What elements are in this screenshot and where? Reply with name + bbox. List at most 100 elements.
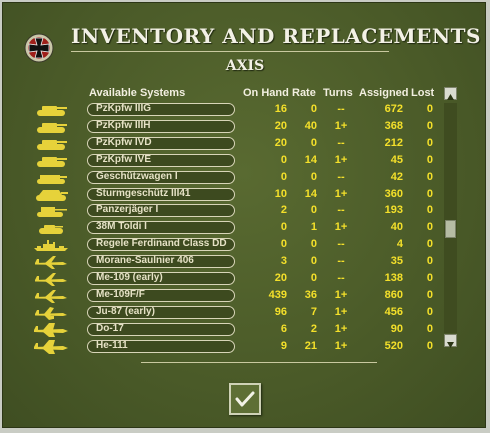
ok-button[interactable] xyxy=(229,383,261,415)
assigned-value: 90 xyxy=(390,322,403,335)
fighter-icon xyxy=(33,254,69,270)
header-lost: Lost xyxy=(411,87,435,99)
system-name-box[interactable]: PzKpfw IVE xyxy=(87,153,235,167)
rate-value: 1 xyxy=(310,221,317,234)
inventory-panel: INVENTORY AND REPLACEMENTS AXIS Availabl… xyxy=(2,2,486,428)
header-assigned: Assigned xyxy=(359,87,409,99)
assigned-value: 672 xyxy=(384,103,403,115)
table-row[interactable]: Geschützwagen I 0 0 -- 42 0 xyxy=(3,170,443,186)
header-available-systems: Available Systems xyxy=(89,87,186,99)
system-name: 38M Toldi I xyxy=(96,221,147,233)
bottom-divider xyxy=(141,362,377,363)
table-row[interactable]: Me-109F/F 439 36 1+ 860 0 xyxy=(3,288,443,304)
system-name: Morane-Saulnier 406 xyxy=(96,255,194,267)
table-row[interactable]: 38M Toldi I 0 1 1+ 40 0 xyxy=(3,220,443,236)
system-name-box[interactable]: Sturmgeschütz III41 xyxy=(87,187,235,201)
table-row[interactable]: Sturmgeschütz III41 10 14 1+ 360 0 xyxy=(3,187,443,203)
system-name-box[interactable]: Do-17 xyxy=(87,322,235,336)
fighter-icon xyxy=(33,271,69,287)
bomber-icon xyxy=(33,339,69,355)
table-row[interactable]: Me-109 (early) 20 0 -- 138 0 xyxy=(3,271,443,287)
dive-bomber-icon xyxy=(33,305,69,321)
on-hand-value: 0 xyxy=(280,170,287,183)
assigned-value: 42 xyxy=(390,170,403,183)
table-row[interactable]: He-111 9 21 1+ 520 0 xyxy=(3,339,443,355)
lost-value: 0 xyxy=(426,103,433,115)
turns-value: -- xyxy=(337,272,345,284)
lost-value: 0 xyxy=(426,153,433,166)
system-name-box[interactable]: PzKpfw IIIH xyxy=(87,119,235,133)
system-name-box[interactable]: Me-109 (early) xyxy=(87,272,235,285)
light-tank-icon xyxy=(33,220,69,236)
system-name-box[interactable]: Panzerjäger I xyxy=(87,204,235,218)
system-name: Me-109F/F xyxy=(96,288,145,300)
on-hand-value: 3 xyxy=(280,255,287,268)
table-row[interactable]: PzKpfw IIIH 20 40 1+ 368 0 xyxy=(3,119,443,135)
system-name: PzKpfw IVD xyxy=(96,136,152,148)
lost-value: 0 xyxy=(426,305,433,318)
turns-value: -- xyxy=(337,255,345,268)
rate-value: 40 xyxy=(304,119,317,132)
on-hand-value: 16 xyxy=(274,103,287,115)
lost-value: 0 xyxy=(426,221,433,234)
rate-value: 36 xyxy=(304,288,317,301)
system-name: PzKpfw IVE xyxy=(96,153,152,165)
system-name-box[interactable]: PzKpfw IVD xyxy=(87,136,235,150)
header-on-hand: On Hand xyxy=(243,87,289,99)
on-hand-value: 439 xyxy=(268,288,287,301)
lost-value: 0 xyxy=(426,255,433,268)
on-hand-value: 0 xyxy=(280,221,287,234)
system-name-box[interactable]: Ju-87 (early) xyxy=(87,305,235,319)
rate-value: 0 xyxy=(310,204,317,217)
assigned-value: 45 xyxy=(390,153,403,166)
system-name-box[interactable]: He-111 xyxy=(87,339,235,353)
system-name-box[interactable]: Morane-Saulnier 406 xyxy=(87,255,235,269)
down-arrow-icon[interactable] xyxy=(444,334,457,348)
system-name-box[interactable]: 38M Toldi I xyxy=(87,221,235,235)
on-hand-value: 10 xyxy=(274,187,287,200)
scrollbar-track[interactable] xyxy=(444,103,457,333)
turns-value: 1+ xyxy=(334,288,348,301)
turns-value: 1+ xyxy=(334,322,348,335)
system-name: Panzerjäger I xyxy=(96,204,159,216)
turns-value: 1+ xyxy=(334,187,348,200)
header-turns: Turns xyxy=(323,87,353,99)
on-hand-value: 0 xyxy=(280,153,287,166)
system-name: PzKpfw IIIH xyxy=(96,119,151,131)
rate-value: 0 xyxy=(310,272,317,284)
assigned-value: 456 xyxy=(384,305,403,318)
rate-value: 0 xyxy=(310,136,317,149)
assigned-value: 4 xyxy=(396,238,403,251)
table-row[interactable]: Morane-Saulnier 406 3 0 -- 35 0 xyxy=(3,254,443,270)
turns-value: 1+ xyxy=(334,221,348,234)
on-hand-value: 20 xyxy=(274,119,287,132)
table-row[interactable]: PzKpfw IVE 0 14 1+ 45 0 xyxy=(3,153,443,169)
turns-value: -- xyxy=(337,136,345,149)
turns-value: -- xyxy=(337,103,345,115)
lost-value: 0 xyxy=(426,170,433,183)
on-hand-value: 20 xyxy=(274,272,287,284)
table-row[interactable]: Regele Ferdinand Class DD 0 0 -- 4 0 xyxy=(3,237,443,253)
system-name-box[interactable]: Me-109F/F xyxy=(87,288,235,302)
system-name: Sturmgeschütz III41 xyxy=(96,187,191,199)
assigned-value: 360 xyxy=(384,187,403,200)
scrollbar-thumb[interactable] xyxy=(445,219,456,238)
system-name-box[interactable]: Geschützwagen I xyxy=(87,170,235,184)
system-name: Regele Ferdinand Class DD xyxy=(96,238,227,250)
table-row[interactable]: PzKpfw IIIG 16 0 -- 672 0 xyxy=(3,102,443,118)
on-hand-value: 2 xyxy=(280,204,287,217)
table-row[interactable]: Panzerjäger I 2 0 -- 193 0 xyxy=(3,203,443,219)
lost-value: 0 xyxy=(426,238,433,251)
system-name-box[interactable]: Regele Ferdinand Class DD xyxy=(87,238,235,252)
on-hand-value: 6 xyxy=(280,322,287,335)
table-row[interactable]: Ju-87 (early) 96 7 1+ 456 0 xyxy=(3,305,443,321)
table-row[interactable]: PzKpfw IVD 20 0 -- 212 0 xyxy=(3,136,443,152)
ship-icon xyxy=(33,237,69,253)
lost-value: 0 xyxy=(426,272,433,284)
rate-value: 0 xyxy=(310,255,317,268)
up-arrow-icon[interactable] xyxy=(444,87,457,100)
rate-value: 21 xyxy=(304,339,317,352)
table-row[interactable]: Do-17 6 2 1+ 90 0 xyxy=(3,322,443,338)
system-name-box[interactable]: PzKpfw IIIG xyxy=(87,103,235,116)
fighter-icon xyxy=(33,288,69,304)
